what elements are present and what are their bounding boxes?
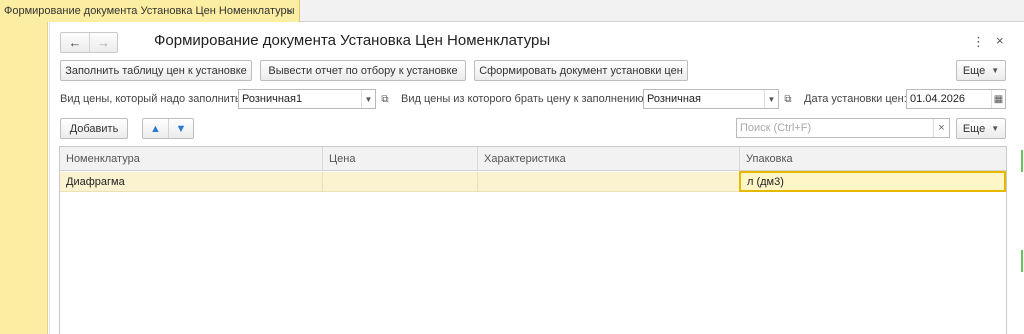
date-label: Дата установки цен: [804,93,907,105]
calendar-icon[interactable]: ▦ [991,90,1005,108]
report-button[interactable]: Вывести отчет по отбору к установке [260,60,466,81]
source-price-label: Вид цены из которого брать цену к заполн… [401,93,647,105]
search-placeholder: Поиск (Ctrl+F) [740,122,812,134]
tab-title: Формирование документа Установка Цен Ном… [4,5,295,17]
open-link-icon[interactable]: ⧉ [377,89,393,109]
left-panel [0,22,48,334]
back-arrow-icon[interactable]: ← [61,33,89,52]
page-title: Формирование документа Установка Цен Ном… [154,32,551,49]
create-document-button[interactable]: Сформировать документ установки цен [474,60,688,81]
clear-search-icon[interactable]: × [933,119,949,137]
more-menu-icon[interactable]: ⋮ [972,34,985,50]
chevron-down-icon[interactable]: ▼ [361,90,375,108]
price-type-field[interactable]: Розничная1 ▼ [238,89,376,109]
column-header-characteristic[interactable]: Характеристика [478,147,740,171]
window-close-icon[interactable]: × [996,33,1004,48]
chevron-down-icon: ▼ [991,124,1000,133]
source-price-field[interactable]: Розничная ▼ [643,89,779,109]
cell-item[interactable]: Диафрагма [60,172,323,192]
table-header: Номенклатура Цена Характеристика Упаковк… [60,147,1006,171]
chevron-down-icon: ▼ [991,66,1000,75]
table-more-label: Еще [962,122,986,135]
table-more-button[interactable]: Еще ▼ [956,118,1006,139]
table-row[interactable]: Диафрагма л (дм3) [60,171,1006,192]
price-type-label: Вид цены, который надо заполнить: [60,93,244,105]
form-window: ← → Формирование документа Установка Цен… [49,22,1015,334]
cell-package[interactable]: л (дм3) [739,171,1006,192]
open-link-icon[interactable]: ⧉ [780,89,796,109]
right-edge [1016,22,1024,334]
tab-close-icon[interactable]: × [286,4,293,18]
date-field[interactable]: 01.04.2026 ▦ [906,89,1006,109]
date-value: 01.04.2026 [910,93,966,105]
search-input[interactable]: Поиск (Ctrl+F) × [736,118,950,138]
cell-price[interactable] [323,172,478,192]
tab-document-form[interactable]: Формирование документа Установка Цен Ном… [0,0,300,22]
column-header-package[interactable]: Упаковка [740,147,1006,171]
fill-prices-button[interactable]: Заполнить таблицу цен к установке [60,60,252,81]
right-edge-marker [1021,250,1023,272]
column-header-item[interactable]: Номенклатура [60,147,323,171]
price-type-value: Розничная1 [242,93,303,105]
chevron-down-icon[interactable]: ▼ [764,90,778,108]
cell-characteristic[interactable] [478,172,740,192]
move-buttons: ▲ ▼ [142,118,194,139]
forward-arrow-icon[interactable]: → [88,33,117,52]
nav-buttons: ← → [60,32,118,53]
tab-bar: Формирование документа Установка Цен Ном… [0,0,1024,22]
move-up-icon[interactable]: ▲ [143,119,168,138]
more-button[interactable]: Еще ▼ [956,60,1006,81]
more-button-label: Еще [962,64,986,77]
right-edge-marker [1021,150,1023,172]
move-down-icon[interactable]: ▼ [168,119,193,138]
prices-table: Номенклатура Цена Характеристика Упаковк… [59,146,1007,334]
column-header-price[interactable]: Цена [323,147,478,171]
source-price-value: Розничная [647,93,701,105]
add-row-button[interactable]: Добавить [60,118,128,139]
